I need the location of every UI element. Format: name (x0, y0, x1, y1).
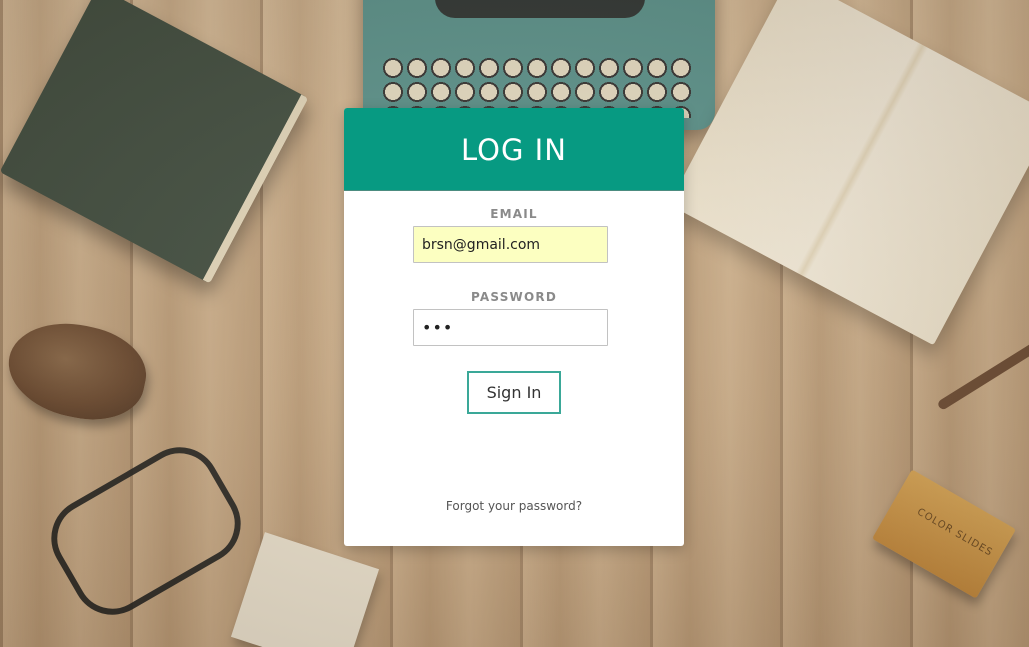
login-title: LOG IN (461, 133, 567, 167)
login-card: LOG IN EMAIL PASSWORD Sign In Forgot you… (344, 108, 684, 546)
background-book (0, 0, 309, 284)
password-input[interactable] (413, 309, 608, 346)
background-pinecone (0, 311, 155, 431)
email-input[interactable] (413, 226, 608, 263)
background-twig (936, 338, 1029, 412)
forgot-password-link[interactable]: Forgot your password? (344, 499, 684, 513)
slides-box-label: COLOR SLIDES (915, 506, 995, 559)
background-glasses (36, 432, 256, 630)
typewriter-slot (435, 0, 645, 18)
background-scene: COLOR SLIDES LOG IN EMAIL PASSWORD Sign … (0, 0, 1029, 647)
background-paper-card (230, 532, 380, 647)
sign-in-button[interactable]: Sign In (467, 371, 561, 414)
password-label: PASSWORD (471, 290, 557, 304)
email-label: EMAIL (490, 207, 538, 221)
background-slides-box: COLOR SLIDES (872, 469, 1016, 599)
background-notebook (668, 0, 1029, 346)
login-header: LOG IN (344, 108, 684, 191)
